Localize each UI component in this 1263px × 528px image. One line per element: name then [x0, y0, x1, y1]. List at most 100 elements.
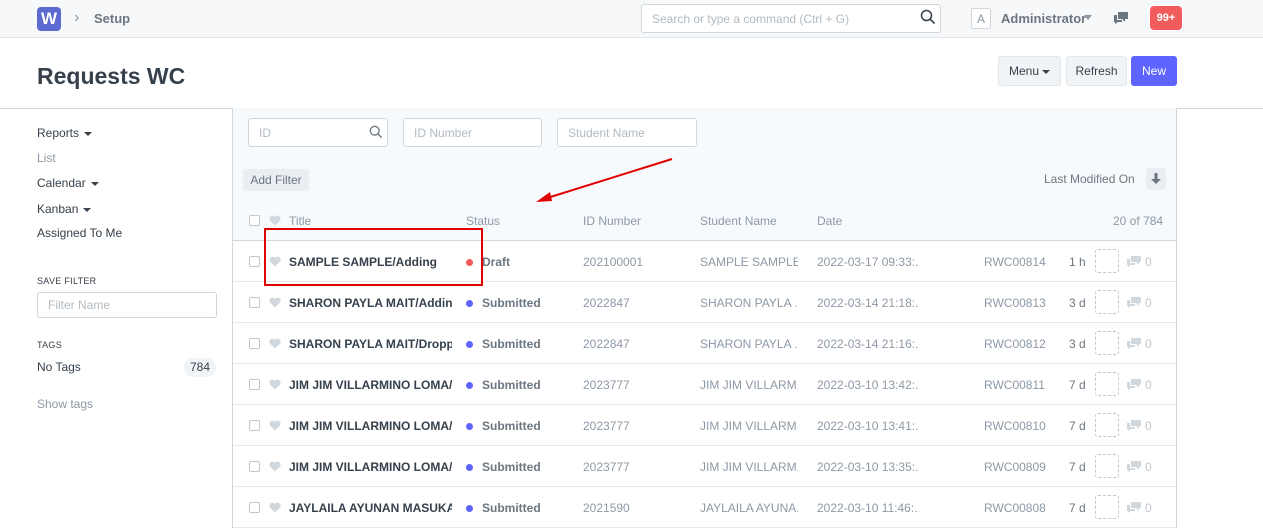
row-checkbox[interactable] — [249, 256, 260, 267]
menu-button[interactable]: Menu — [998, 56, 1061, 86]
row-modified: 7 d — [1069, 501, 1086, 515]
sidebar-item-assigned[interactable]: Assigned To Me — [37, 226, 122, 240]
status-badge[interactable]: Submitted — [482, 501, 541, 515]
column-title[interactable]: Title — [289, 214, 311, 228]
sort-selector[interactable]: Last Modified On — [1044, 172, 1135, 186]
row-doc-name: RWC00811 — [984, 378, 1045, 392]
table-row[interactable]: JIM JIM VILLARMINO LOMA/ Submitted 20237… — [233, 364, 1176, 405]
row-id-number: 2023777 — [583, 378, 630, 392]
select-all-checkbox[interactable] — [249, 215, 260, 226]
id-filter-input[interactable] — [248, 118, 388, 147]
sidebar-item-kanban[interactable]: Kanban — [37, 202, 92, 216]
row-student-name: JAYLAILA AYUNA... — [700, 501, 798, 515]
comment-count: 0 — [1145, 255, 1152, 269]
row-checkbox[interactable] — [249, 420, 260, 431]
heart-icon[interactable] — [269, 297, 281, 308]
comment-icon — [1127, 297, 1141, 308]
navbar: W › Setup A Administrator 99+ — [0, 0, 1263, 38]
row-checkbox[interactable] — [249, 502, 260, 513]
chat-icon[interactable] — [1113, 10, 1129, 26]
row-title[interactable]: JIM JIM VILLARMINO LOMA/ — [289, 378, 452, 392]
chevron-down-icon[interactable] — [1084, 15, 1092, 20]
table-row[interactable]: SHARON PAYLA MAIT/Adding Submitted 20228… — [233, 282, 1176, 323]
status-badge[interactable]: Submitted — [482, 460, 541, 474]
heart-icon[interactable] — [269, 502, 281, 513]
column-student-name[interactable]: Student Name — [700, 214, 777, 228]
assign-button[interactable] — [1095, 290, 1119, 314]
row-doc-name: RWC00810 — [984, 419, 1046, 433]
row-title[interactable]: SHARON PAYLA MAIT/Adding — [289, 296, 452, 310]
comment-icon — [1127, 502, 1141, 513]
heart-icon[interactable] — [269, 338, 281, 349]
sidebar-item-calendar[interactable]: Calendar — [37, 176, 99, 190]
column-id-number[interactable]: ID Number — [583, 214, 641, 228]
row-checkbox[interactable] — [249, 461, 260, 472]
id-number-filter-input[interactable] — [403, 118, 542, 147]
status-badge[interactable]: Submitted — [482, 419, 541, 433]
assign-button[interactable] — [1095, 413, 1119, 437]
chevron-down-icon — [1042, 69, 1051, 74]
table-row[interactable]: SHARON PAYLA MAIT/Dropping Submitted 202… — [233, 323, 1176, 364]
sidebar-item-list[interactable]: List — [37, 151, 56, 165]
comment-count: 0 — [1145, 419, 1152, 433]
search-input[interactable] — [641, 4, 941, 33]
sidebar-item-no-tags[interactable]: No Tags — [37, 360, 81, 374]
status-indicator — [466, 464, 473, 471]
status-badge[interactable]: Submitted — [482, 296, 541, 310]
column-date[interactable]: Date — [817, 214, 842, 228]
app-logo[interactable]: W — [37, 7, 61, 31]
row-modified: 1 h — [1069, 255, 1086, 269]
student-name-filter-input[interactable] — [557, 118, 697, 147]
record-count: 20 of 784 — [1113, 214, 1164, 228]
tag-count-badge: 784 — [184, 358, 216, 377]
table-row[interactable]: JIM JIM VILLARMINO LOMA/ Submitted 20237… — [233, 446, 1176, 487]
sort-order-button[interactable] — [1146, 168, 1166, 190]
status-badge[interactable]: Submitted — [482, 378, 541, 392]
assign-button[interactable] — [1095, 372, 1119, 396]
row-student-name: SAMPLE SAMPLE — [700, 255, 798, 269]
heart-icon[interactable] — [269, 461, 281, 472]
row-checkbox[interactable] — [249, 379, 260, 390]
new-button[interactable]: New — [1131, 56, 1177, 86]
row-title[interactable]: SHARON PAYLA MAIT/Dropping — [289, 337, 452, 351]
row-student-name: SHARON PAYLA ... — [700, 296, 798, 310]
row-checkbox[interactable] — [249, 338, 260, 349]
breadcrumb-setup[interactable]: Setup — [94, 11, 130, 26]
status-badge[interactable]: Submitted — [482, 337, 541, 351]
status-indicator — [466, 423, 473, 430]
row-checkbox[interactable] — [249, 297, 260, 308]
sidebar-item-reports[interactable]: Reports — [37, 126, 93, 140]
notification-badge[interactable]: 99+ — [1150, 6, 1182, 30]
row-title[interactable]: JIM JIM VILLARMINO LOMA/ — [289, 419, 452, 433]
row-id-number: 2023777 — [583, 419, 630, 433]
show-tags-link[interactable]: Show tags — [37, 397, 93, 411]
heart-icon[interactable] — [269, 420, 281, 431]
heart-icon[interactable] — [269, 215, 281, 226]
status-badge[interactable]: Draft — [482, 255, 510, 269]
row-date: 2022-03-14 21:16:... — [817, 337, 919, 351]
table-row[interactable]: JAYLAILA AYUNAN MASUKAT Submitted 202159… — [233, 487, 1176, 528]
assign-button[interactable] — [1095, 454, 1119, 478]
assign-button[interactable] — [1095, 495, 1119, 519]
search-icon — [369, 125, 383, 139]
row-title[interactable]: JAYLAILA AYUNAN MASUKAT — [289, 501, 452, 515]
row-title[interactable]: JIM JIM VILLARMINO LOMA/ — [289, 460, 452, 474]
row-id-number: 2023777 — [583, 460, 630, 474]
add-filter-button[interactable]: Add Filter — [243, 169, 309, 191]
search-icon[interactable] — [920, 9, 936, 25]
chevron-right-icon: › — [74, 9, 80, 26]
comment-icon — [1127, 338, 1141, 349]
user-menu[interactable]: Administrator — [1001, 11, 1086, 26]
sidebar-item-label: Calendar — [37, 176, 86, 190]
filter-name-input[interactable] — [37, 292, 217, 318]
column-status[interactable]: Status — [466, 214, 500, 228]
refresh-button[interactable]: Refresh — [1066, 56, 1127, 86]
comment-count: 0 — [1145, 296, 1152, 310]
row-student-name: JIM JIM VILLARM... — [700, 419, 798, 433]
heart-icon[interactable] — [269, 379, 281, 390]
avatar[interactable]: A — [971, 8, 991, 29]
assign-button[interactable] — [1095, 249, 1119, 273]
assign-button[interactable] — [1095, 331, 1119, 355]
chevron-down-icon — [84, 131, 93, 136]
table-row[interactable]: JIM JIM VILLARMINO LOMA/ Submitted 20237… — [233, 405, 1176, 446]
